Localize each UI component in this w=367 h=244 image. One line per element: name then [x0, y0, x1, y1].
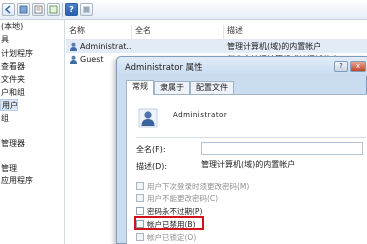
tab-member-of[interactable]: 隶属于 [154, 81, 190, 95]
row-name: Administrat... [80, 42, 132, 51]
description-label: 描述(D): [136, 162, 168, 171]
checkbox-must-change-password[interactable]: 用户下次登录时须更改密码(M) [136, 181, 249, 192]
tree-item-local[interactable]: (本地) [0, 21, 23, 33]
row-description: 管理计算机(域)的内置帐户 [227, 42, 322, 51]
tree-item-event-viewer[interactable]: 查看器 [0, 61, 25, 73]
divider [136, 137, 366, 138]
account-name: Administrator [173, 111, 228, 119]
back-icon[interactable] [2, 3, 15, 16]
checkbox-account-locked[interactable]: 帐户已锁定(O) [136, 232, 196, 243]
checkbox-label: 用户下次登录时须更改密码(M) [147, 182, 250, 191]
fullname-field[interactable] [201, 142, 363, 155]
dialog-title: Administrator 属性 [125, 63, 203, 73]
red-highlight-box [134, 216, 204, 230]
tree-item-blank-2[interactable] [0, 151, 1, 163]
checkbox-cannot-change-password[interactable]: 用户不能更改密码(C) [136, 193, 218, 204]
tab-general[interactable]: 常规 [126, 80, 154, 95]
table-row[interactable]: Administrat... 管理计算机(域)的内置帐户 [66, 40, 367, 53]
properties-icon[interactable] [32, 3, 45, 16]
checkbox-box[interactable] [136, 182, 144, 190]
checkbox-label: 帐户已锁定(O) [147, 233, 197, 242]
navigation-tree: (本地) 具 计划程序 查看器 文件夹 户和组 用户 组 管理器 管理 应用程序 [0, 20, 65, 244]
description-field[interactable]: 管理计算机(域)的内置帐户 [201, 159, 363, 172]
view-icon[interactable] [17, 3, 30, 16]
dialog-title-bar[interactable]: Administrator 属性 ? x [117, 57, 367, 76]
checkbox-box[interactable] [136, 233, 144, 241]
column-header-description[interactable]: 描述 [224, 25, 367, 39]
checkbox-label: 用户不能更改密码(C) [147, 194, 219, 203]
tree-item-device-manager[interactable]: 管理器 [0, 138, 25, 150]
toolbar: ? [0, 0, 367, 20]
checkbox-label: 密码永不过期(P) [147, 207, 203, 216]
tree-item-management[interactable]: 管理 [0, 163, 17, 175]
help-button[interactable]: ? [334, 61, 348, 72]
tab-profile[interactable]: 配置文件 [190, 81, 234, 95]
tree-item-applications[interactable]: 应用程序 [0, 175, 33, 187]
tree-item-users[interactable]: 用户 [0, 99, 18, 111]
column-header-name[interactable]: 名称 [66, 25, 132, 39]
column-header-fullname[interactable]: 全名 [132, 25, 224, 39]
tree-item-tools[interactable]: 具 [0, 34, 9, 46]
tree-item-groups[interactable]: 组 [0, 113, 9, 125]
general-panel: Administrator 全名(F): 描述(D): 管理计算机(域)的内置帐… [126, 94, 367, 244]
user-icon [69, 55, 78, 64]
tree-item-users-groups[interactable]: 户和组 [0, 87, 25, 99]
tree-item-scheduler[interactable]: 计划程序 [0, 48, 33, 60]
refresh-icon[interactable] [47, 3, 60, 16]
checkbox-box[interactable] [136, 207, 144, 215]
tree-item-shared-folders[interactable]: 文件夹 [0, 74, 25, 86]
toolbar-separator [62, 3, 63, 17]
help-icon[interactable]: ? [65, 3, 78, 16]
tree-item-blank[interactable] [0, 126, 1, 138]
properties-dialog: Administrator 属性 ? x 常规 隶属于 配置文件 Adminis… [116, 56, 367, 244]
user-icon [69, 42, 78, 51]
close-button[interactable]: x [350, 61, 366, 72]
stop-icon[interactable] [80, 3, 93, 16]
fullname-label: 全名(F): [136, 145, 166, 154]
checkbox-box[interactable] [136, 194, 144, 202]
account-user-icon [138, 108, 158, 128]
